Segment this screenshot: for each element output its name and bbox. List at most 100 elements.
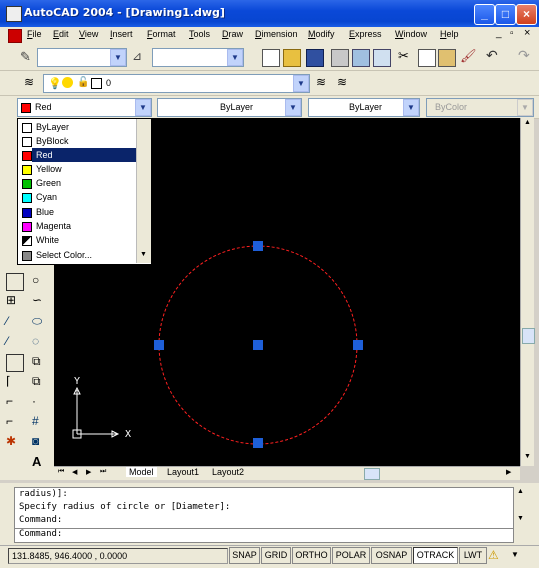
menu-window[interactable]: Window — [395, 29, 427, 39]
draw-tool-8-icon[interactable]: ⌐ — [6, 414, 22, 430]
tab-first-icon[interactable]: ⏮ — [58, 468, 64, 476]
publish-icon[interactable] — [373, 49, 391, 67]
color-option-green[interactable]: Green — [18, 176, 136, 190]
app-icon[interactable] — [6, 6, 22, 22]
grip-right[interactable] — [353, 340, 363, 350]
undo-icon[interactable]: ↶ — [486, 47, 498, 64]
dimstyle-icon[interactable]: ⊿ — [132, 49, 148, 63]
scroll-up-icon[interactable]: ▲ — [522, 119, 533, 130]
title-bar[interactable]: AutoCAD 2004 - [Drawing1.dwg] _ □ × — [0, 0, 539, 27]
modify-tool-2-icon[interactable]: ∽ — [32, 293, 48, 309]
vscroll-thumb[interactable] — [522, 328, 535, 344]
scroll-down-icon[interactable]: ▼ — [522, 453, 533, 464]
horizontal-scrollbar[interactable]: ⏮ ◀ ▶ ⏭ Model Layout1 Layout2 ▶ — [54, 466, 520, 480]
hatch-icon[interactable]: # — [32, 414, 48, 430]
color-option-white[interactable]: White — [18, 233, 136, 247]
menu-dimension[interactable]: Dimension — [255, 29, 298, 39]
doc-close-icon[interactable]: × — [524, 27, 530, 39]
modify-tool-5-icon[interactable]: ⧉ — [32, 354, 48, 370]
color-option-yellow[interactable]: Yellow — [18, 162, 136, 176]
color-option-magenta[interactable]: Magenta — [18, 219, 136, 233]
draw-tool-6-icon[interactable]: ⌈ — [6, 374, 22, 390]
toggle-ortho[interactable]: ORTHO — [292, 547, 331, 564]
menu-file[interactable]: File — [27, 29, 42, 39]
color-option-select-color[interactable]: Select Color... — [18, 248, 136, 262]
cmd-scroll-up-icon[interactable]: ▲ — [517, 488, 524, 495]
doc-minimize-icon[interactable]: _ — [496, 28, 502, 39]
mtext-icon[interactable]: A — [32, 454, 48, 470]
point-icon[interactable]: · — [32, 394, 48, 410]
menu-edit[interactable]: Edit — [53, 29, 69, 39]
draw-tool-3-icon[interactable]: ⁄ — [6, 314, 22, 330]
maximize-button[interactable]: □ — [495, 4, 516, 25]
plot-icon[interactable] — [331, 49, 349, 67]
draw-tool-4-icon[interactable]: ⁄ — [6, 334, 22, 350]
cut-icon[interactable]: ✂ — [398, 48, 409, 64]
vertical-scrollbar[interactable]: ▲ ▼ — [520, 118, 535, 466]
draw-tool-9-icon[interactable]: ✱ — [6, 434, 22, 450]
layer-previous-icon[interactable]: ≋ — [337, 75, 347, 89]
tab-next-icon[interactable]: ▶ — [86, 468, 91, 476]
color-option-red[interactable]: Red — [22, 148, 136, 162]
save-icon[interactable] — [306, 49, 324, 67]
modify-tool-1-icon[interactable]: ○ — [32, 273, 48, 289]
toggle-otrack[interactable]: OTRACK — [413, 547, 458, 564]
grip-top[interactable] — [253, 241, 263, 251]
toggle-grid[interactable]: GRID — [261, 547, 291, 564]
menu-draw[interactable]: Draw — [222, 29, 243, 39]
menu-tools[interactable]: Tools — [189, 29, 210, 39]
tab-layout1[interactable]: Layout1 — [164, 467, 202, 477]
plot-preview-icon[interactable] — [352, 49, 370, 67]
toggle-lwt[interactable]: LWT — [459, 547, 487, 564]
grip-center[interactable] — [253, 340, 263, 350]
modify-tool-3-icon[interactable]: ⬭ — [32, 314, 48, 330]
named-style-combo[interactable]: ▼ — [37, 48, 127, 67]
draw-tool-7-icon[interactable]: ⌐ — [6, 394, 22, 410]
new-icon[interactable] — [262, 49, 280, 67]
tab-layout2[interactable]: Layout2 — [209, 467, 247, 477]
cmd-scroll-down-icon[interactable]: ▼ — [517, 515, 524, 522]
draw-tool-2-icon[interactable]: ⊞ — [6, 293, 22, 309]
dimstyle-combo[interactable]: ▼ — [152, 48, 244, 67]
toggle-osnap[interactable]: OSNAP — [371, 547, 412, 564]
toggle-polar[interactable]: POLAR — [332, 547, 370, 564]
scroll-right-icon[interactable]: ▶ — [506, 468, 511, 476]
draw-tool-5-icon[interactable] — [6, 354, 24, 372]
command-scrollbar[interactable]: ▲ ▼ — [515, 487, 526, 527]
pencil-icon[interactable]: ✎ — [20, 49, 34, 64]
warning-icon[interactable]: ⚠ — [488, 548, 499, 562]
menu-express[interactable]: Express — [349, 29, 382, 39]
menu-modify[interactable]: Modify — [308, 29, 335, 39]
match-properties-icon[interactable]: 🖌 — [460, 48, 477, 64]
draw-tool-1-icon[interactable] — [6, 273, 24, 291]
layer-manager-icon[interactable]: ≋ — [24, 75, 38, 89]
tab-model[interactable]: Model — [126, 467, 157, 477]
color-combo[interactable]: Red ▼ — [17, 98, 152, 117]
document-icon[interactable] — [8, 29, 22, 43]
linetype-combo[interactable]: ByLayer ▼ — [157, 98, 302, 117]
menu-help[interactable]: Help — [440, 29, 459, 39]
make-current-icon[interactable]: ≋ — [316, 75, 326, 89]
dropdown-scroll-down-icon[interactable]: ▼ — [140, 251, 147, 258]
toggle-snap[interactable]: SNAP — [229, 547, 260, 564]
color-option-byblock[interactable]: ByBlock — [18, 134, 136, 148]
menu-view[interactable]: View — [79, 29, 98, 39]
copy-icon[interactable] — [418, 49, 436, 67]
grip-bottom[interactable] — [253, 438, 263, 448]
open-icon[interactable] — [283, 49, 301, 67]
menu-insert[interactable]: Insert — [110, 29, 133, 39]
menu-format[interactable]: Format — [147, 29, 176, 39]
lineweight-combo[interactable]: ByLayer ▼ — [308, 98, 420, 117]
doc-restore-icon[interactable]: ▫ — [510, 28, 514, 39]
close-button[interactable]: × — [516, 4, 537, 25]
status-menu-arrow-icon[interactable]: ▼ — [511, 550, 519, 559]
redo-icon[interactable]: ↷ — [518, 47, 530, 64]
coordinate-display[interactable]: 131.8485, 946.4000 , 0.0000 — [8, 548, 228, 564]
plotstyle-combo[interactable]: ByColor ▼ — [426, 98, 534, 117]
minimize-button[interactable]: _ — [474, 4, 495, 25]
color-option-bylayer[interactable]: ByLayer — [18, 120, 136, 134]
layer-combo[interactable]: 💡 🔓 0 ▼ — [43, 74, 310, 93]
hscroll-thumb[interactable] — [364, 468, 380, 480]
paste-icon[interactable] — [438, 49, 456, 67]
dropdown-scrollbar[interactable]: ▼ — [136, 119, 151, 263]
